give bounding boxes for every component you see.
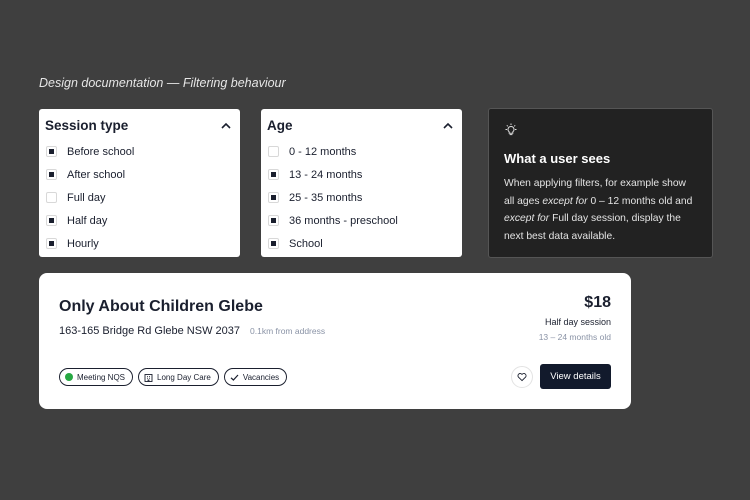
checkbox[interactable] <box>268 238 279 249</box>
session-type-title: Session type <box>45 117 129 133</box>
option-label: Hourly <box>67 237 99 250</box>
checkbox[interactable] <box>46 146 57 157</box>
session-option-hourly[interactable]: Hourly <box>39 232 240 255</box>
doc-title: Design documentation — Filtering behavio… <box>39 76 286 90</box>
view-details-button[interactable]: View details <box>540 364 611 389</box>
tag-label: Meeting NQS <box>77 372 126 382</box>
session-label: Half day session <box>544 317 611 327</box>
centre-name[interactable]: Only About Children Glebe <box>59 298 263 316</box>
age-filter: Age 0 - 12 months 13 - 24 months 25 - 35… <box>261 109 462 257</box>
price: $18 <box>584 294 611 311</box>
tag-list: Meeting NQS Long Day Care Vacancies <box>59 368 288 386</box>
session-option-before-school[interactable]: Before school <box>39 140 240 163</box>
option-label: 13 - 24 months <box>289 168 363 181</box>
age-option-school[interactable]: School <box>261 232 462 255</box>
favorite-button[interactable] <box>511 366 533 388</box>
age-label: 13 – 24 months old <box>538 332 611 342</box>
childcare-result-card[interactable]: Only About Children Glebe 163-165 Bridge… <box>39 273 631 409</box>
info-title: What a user sees <box>504 151 611 166</box>
checkbox[interactable] <box>46 215 57 226</box>
age-option-36-preschool[interactable]: 36 months - preschool <box>261 209 462 232</box>
lightbulb-icon <box>504 123 518 142</box>
checkbox[interactable] <box>268 169 279 180</box>
age-header[interactable]: Age <box>261 110 462 140</box>
session-option-after-school[interactable]: After school <box>39 163 240 186</box>
tag-long-day-care: Long Day Care <box>138 368 219 386</box>
option-label: 0 - 12 months <box>289 145 357 158</box>
option-label: 25 - 35 months <box>289 191 363 204</box>
option-label: Full day <box>67 191 106 204</box>
age-title: Age <box>267 117 293 133</box>
heart-icon <box>517 372 527 382</box>
session-type-filter: Session type Before school After school … <box>39 109 240 257</box>
check-icon <box>230 373 239 382</box>
session-option-half-day[interactable]: Half day <box>39 209 240 232</box>
checkbox[interactable] <box>268 215 279 226</box>
checkbox[interactable] <box>268 146 279 157</box>
tag-label: Long Day Care <box>157 372 211 382</box>
building-icon <box>144 373 153 382</box>
centre-address-row: 163-165 Bridge Rd Glebe NSW 2037 0.1km f… <box>59 325 325 337</box>
checkbox[interactable] <box>46 238 57 249</box>
checkbox[interactable] <box>46 169 57 180</box>
chevron-up-icon[interactable] <box>220 119 232 131</box>
checkbox[interactable] <box>268 192 279 203</box>
session-type-header[interactable]: Session type <box>39 110 240 140</box>
option-label: School <box>289 237 323 250</box>
age-option-13-24[interactable]: 13 - 24 months <box>261 163 462 186</box>
age-option-25-35[interactable]: 25 - 35 months <box>261 186 462 209</box>
tag-meeting-nqs: Meeting NQS <box>59 368 134 386</box>
centre-address: 163-165 Bridge Rd Glebe NSW 2037 <box>59 325 240 337</box>
distance-label: 0.1km from address <box>250 326 326 336</box>
option-label: 36 months - preschool <box>289 214 398 227</box>
session-option-full-day[interactable]: Full day <box>39 186 240 209</box>
tag-label: Vacancies <box>242 372 280 382</box>
info-body: When applying filters, for example show … <box>504 178 693 242</box>
age-option-0-12[interactable]: 0 - 12 months <box>261 140 462 163</box>
tag-vacancies: Vacancies <box>223 368 288 386</box>
option-label: After school <box>67 168 126 181</box>
option-label: Half day <box>67 214 108 227</box>
checkbox[interactable] <box>46 192 57 203</box>
green-dot-icon <box>65 373 73 381</box>
info-panel: What a user sees When applying filters, … <box>488 108 713 258</box>
chevron-up-icon[interactable] <box>442 119 454 131</box>
option-label: Before school <box>67 145 135 158</box>
